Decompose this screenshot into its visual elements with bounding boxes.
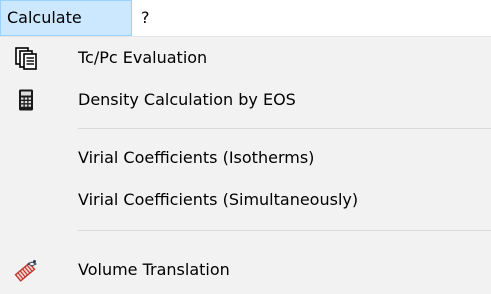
menu-separator	[78, 128, 491, 129]
menu-help[interactable]: ?	[137, 0, 161, 36]
calculate-dropdown-menu: Tc/Pc Evaluation Density Calculation by …	[0, 37, 491, 294]
menu-item-virial-isotherms[interactable]: Virial Coefficients (Isotherms)	[0, 137, 491, 179]
menu-item-tc-pc-evaluation[interactable]: Tc/Pc Evaluation	[0, 37, 491, 79]
volume-translation-icon	[14, 258, 38, 282]
menu-item-label: Tc/Pc Evaluation	[78, 48, 208, 67]
menu-item-virial-simultaneously[interactable]: Virial Coefficients (Simultaneously)	[0, 179, 491, 221]
menu-item-label: Density Calculation by EOS	[78, 90, 296, 109]
menu-item-label: Virial Coefficients (Isotherms)	[78, 148, 315, 167]
app-window: Calculate ? Tc/Pc Evaluation Density Cal…	[0, 0, 491, 294]
calculator-icon	[14, 88, 38, 112]
menu-item-label: Volume Translation	[78, 260, 230, 279]
menu-calculate[interactable]: Calculate	[0, 0, 132, 36]
menu-separator	[78, 230, 491, 231]
menu-item-volume-translation[interactable]: Volume Translation	[0, 249, 491, 291]
menu-item-label: Virial Coefficients (Simultaneously)	[78, 190, 359, 209]
menubar: Calculate ?	[0, 0, 491, 37]
documents-icon	[14, 46, 38, 70]
menu-item-density-calculation[interactable]: Density Calculation by EOS	[0, 79, 491, 121]
